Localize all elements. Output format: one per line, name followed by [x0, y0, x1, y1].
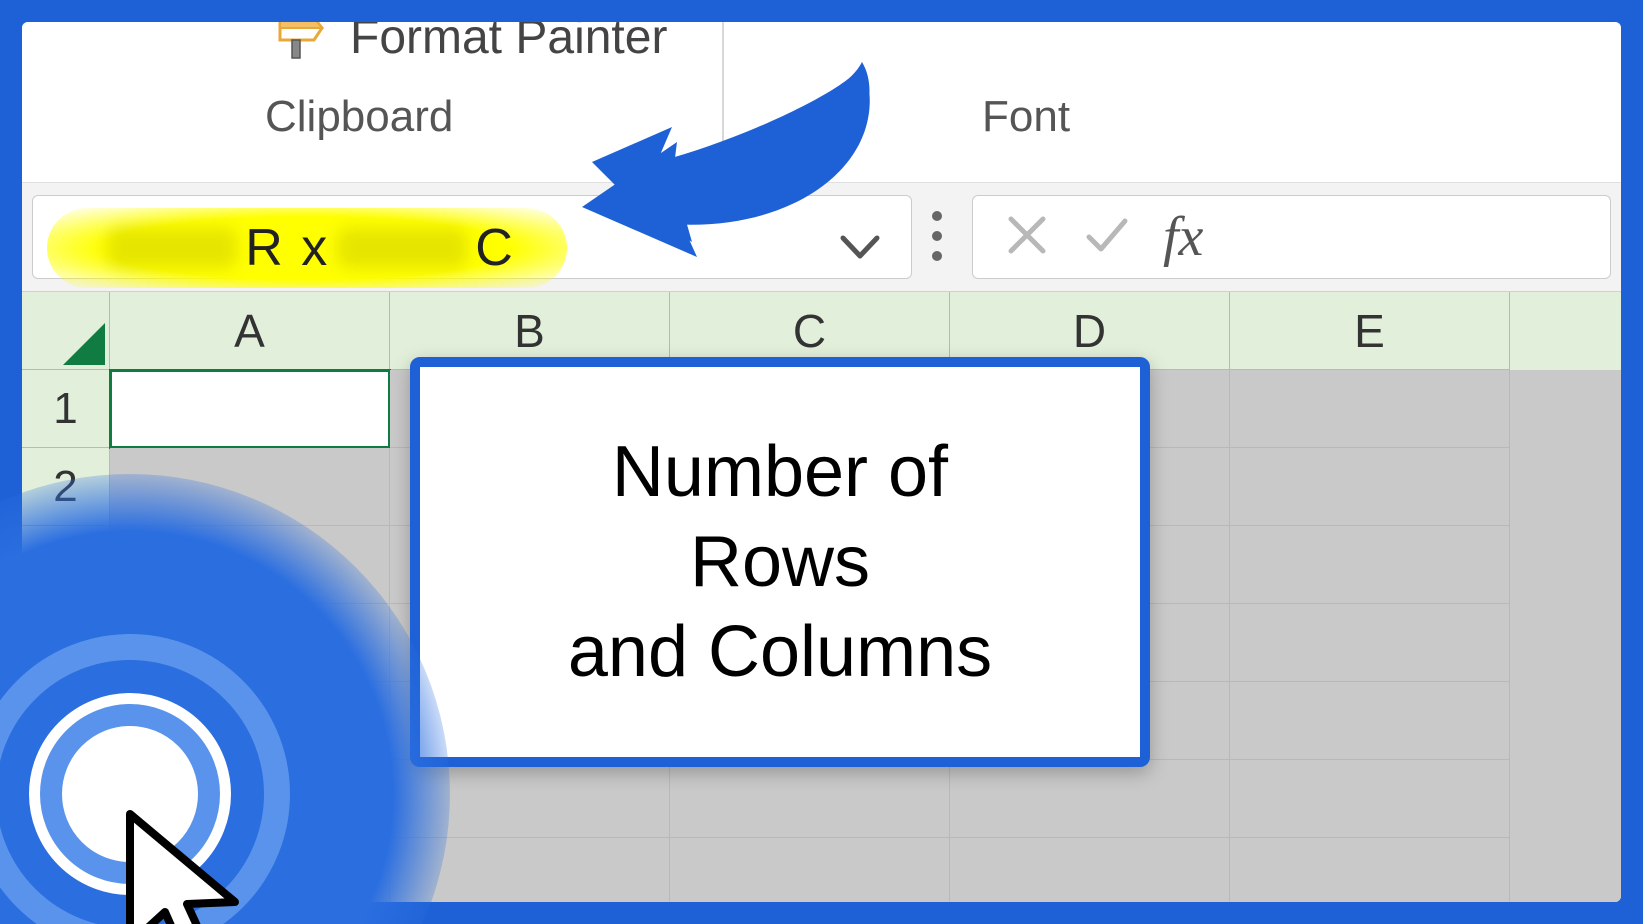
cell[interactable]: [670, 760, 950, 838]
cell[interactable]: [670, 838, 950, 902]
cell-A1[interactable]: [110, 370, 390, 448]
font-group-label: Font: [982, 92, 1070, 142]
pointer-arrow-icon: [552, 52, 912, 282]
cell[interactable]: [950, 760, 1230, 838]
cell[interactable]: [1230, 760, 1510, 838]
column-header-A[interactable]: A: [110, 292, 390, 370]
column-header-E[interactable]: E: [1230, 292, 1510, 370]
cell[interactable]: [1230, 370, 1510, 448]
cancel-icon[interactable]: [1003, 211, 1051, 264]
cell[interactable]: [1230, 604, 1510, 682]
clipboard-group-label: Clipboard: [265, 92, 453, 142]
formula-bar[interactable]: fx: [972, 195, 1611, 279]
callout-text: Number of Rows and Columns: [568, 427, 992, 697]
format-painter-icon: [272, 22, 332, 65]
cursor-icon: [110, 804, 260, 924]
cell[interactable]: [1230, 682, 1510, 760]
cell[interactable]: [1230, 448, 1510, 526]
cell[interactable]: [1230, 526, 1510, 604]
fx-icon[interactable]: fx: [1163, 205, 1203, 269]
row-header-1[interactable]: 1: [22, 370, 110, 448]
name-box-c: C: [475, 218, 515, 278]
name-box-rx: R x: [245, 218, 329, 278]
select-all-triangle[interactable]: [22, 292, 110, 370]
callout-box: Number of Rows and Columns: [410, 357, 1150, 767]
check-icon[interactable]: [1083, 211, 1131, 264]
cell[interactable]: [950, 838, 1230, 902]
bar-grip: [932, 211, 942, 261]
cell[interactable]: [1230, 838, 1510, 902]
thumbnail-frame: Format Painter Clipboard Font R x C: [0, 0, 1643, 924]
name-box-value-highlight: R x C: [47, 208, 567, 288]
